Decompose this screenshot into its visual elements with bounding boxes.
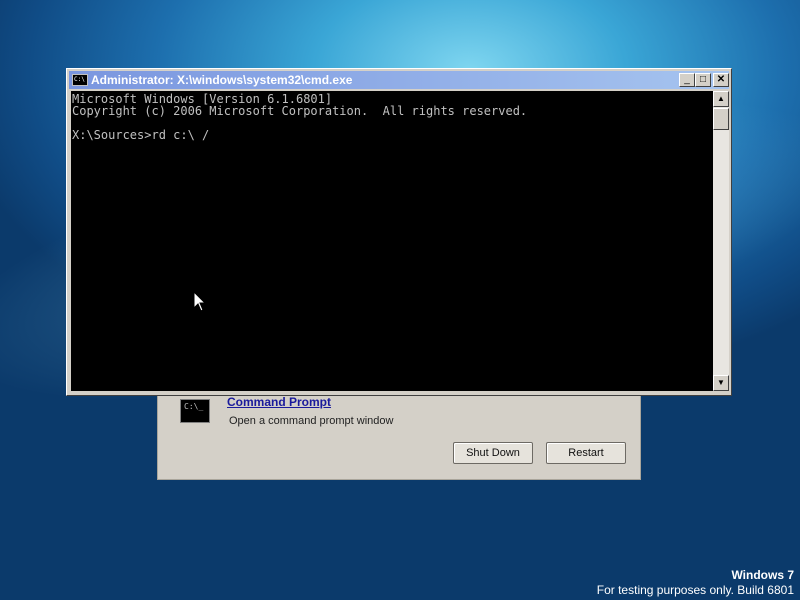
shut-down-button[interactable]: Shut Down <box>453 442 533 464</box>
scroll-down-button[interactable]: ▼ <box>713 375 729 391</box>
build-watermark: Windows 7 For testing purposes only. Bui… <box>597 568 794 598</box>
scroll-up-button[interactable]: ▲ <box>713 91 729 107</box>
close-button[interactable]: ✕ <box>713 73 729 87</box>
cmd-window[interactable]: C:\ Administrator: X:\windows\system32\c… <box>66 68 732 396</box>
minimize-button[interactable]: _ <box>679 73 695 87</box>
mouse-pointer-icon <box>193 291 207 312</box>
maximize-button[interactable]: □ <box>695 73 711 87</box>
window-title: Administrator: X:\windows\system32\cmd.e… <box>91 73 353 87</box>
console-output[interactable]: Microsoft Windows [Version 6.1.6801] Cop… <box>71 91 713 391</box>
vertical-scrollbar[interactable]: ▲ ▼ <box>713 91 729 391</box>
title-bar[interactable]: C:\ Administrator: X:\windows\system32\c… <box>69 71 729 89</box>
command-prompt-description: Open a command prompt window <box>229 415 394 427</box>
desktop: C:\_ Command Prompt Open a command promp… <box>0 0 800 600</box>
watermark-title: Windows 7 <box>731 568 794 582</box>
cmd-window-icon[interactable]: C:\ <box>72 74 88 86</box>
command-prompt-link[interactable]: Command Prompt <box>227 395 331 409</box>
restart-button[interactable]: Restart <box>546 442 626 464</box>
watermark-build: For testing purposes only. Build 6801 <box>596 583 794 597</box>
command-prompt-icon[interactable]: C:\_ <box>180 399 210 423</box>
system-recovery-dialog: C:\_ Command Prompt Open a command promp… <box>157 385 641 480</box>
scroll-thumb[interactable] <box>713 108 729 130</box>
